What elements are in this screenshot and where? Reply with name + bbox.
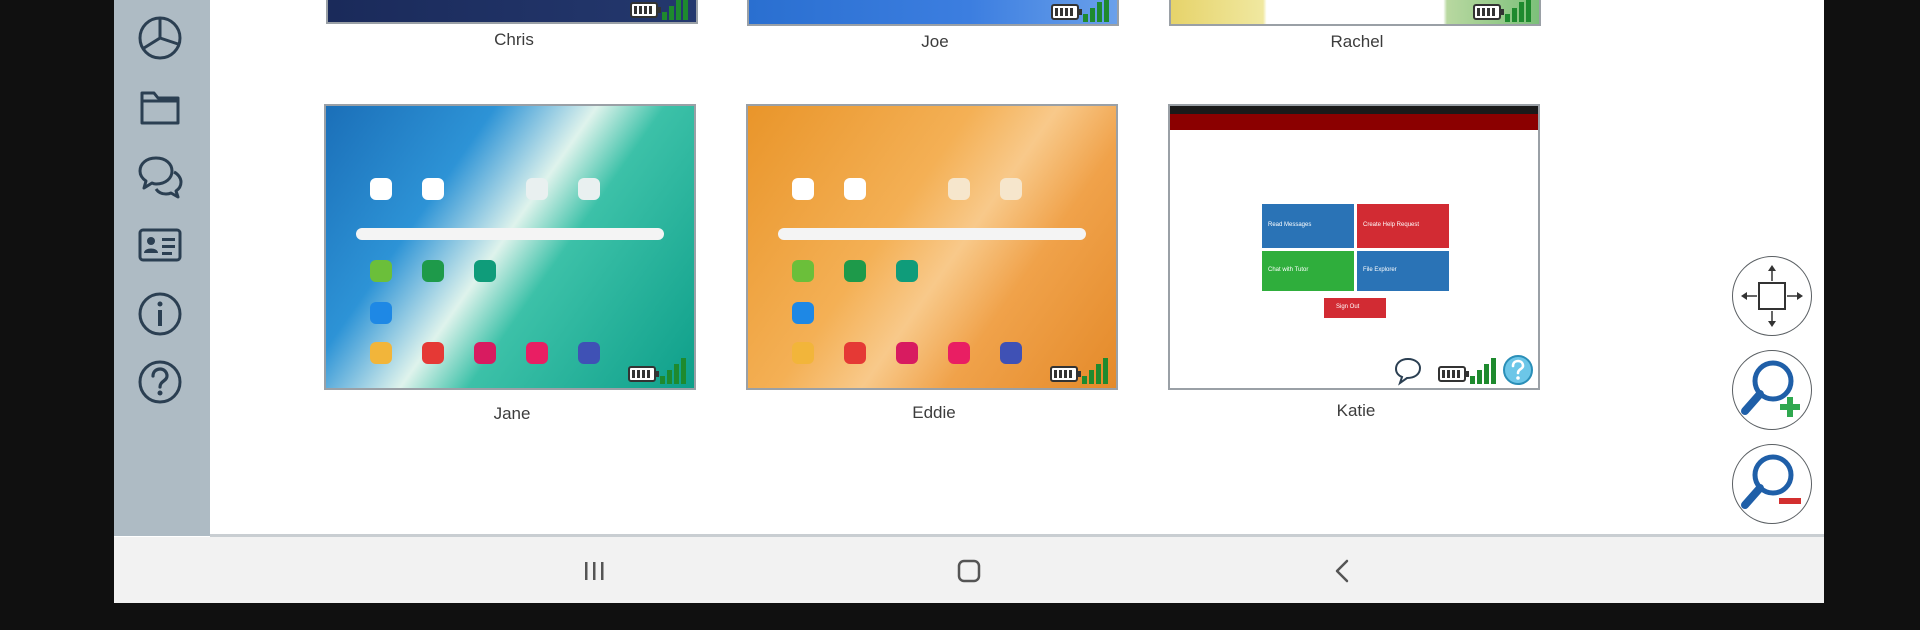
home-icon [957,559,981,583]
device-name: Katie [1336,401,1376,420]
dock-app-icon [526,342,548,364]
back-button[interactable] [1325,553,1361,589]
calendar-app-icon [896,260,918,282]
dock-app-icon [844,342,866,364]
app-icon [792,302,814,324]
signal-icon [660,356,688,384]
device-name: Chris [494,30,534,49]
messages-app-icon [422,260,444,282]
dock-app-icon [578,342,600,364]
zoom-out-icon [1741,454,1801,509]
search-bar [356,228,664,240]
battery-icon [1050,366,1081,382]
device-screen-thumbnail [326,0,698,24]
system-navigation-bar [114,537,1824,603]
battery-icon [628,366,659,382]
zoom-in-icon [1741,360,1800,417]
device-grid: Chris Joe Rachel Jane Eddie Read Message… [210,0,1824,536]
dock-app-icon [474,342,496,364]
messages-app-icon [844,260,866,282]
sidebar-item-chat[interactable] [136,152,184,200]
tile-label: File Explorer [1363,267,1397,273]
app-folder-icon [578,178,600,200]
zoom-out-button[interactable] [1732,444,1812,524]
device-name: Jane [493,404,531,423]
status-bar [1170,106,1538,114]
back-icon [1335,559,1349,583]
file-explorer-tile: File Explorer [1357,251,1449,291]
signal-icon [662,0,690,20]
signal-icon [1505,0,1533,22]
chat-bubbles-icon [138,156,183,199]
tablet-screen: Chris Joe Rachel Jane Eddie Read Message… [114,0,1824,603]
calendar-app-icon [474,260,496,282]
recent-apps-button[interactable] [576,553,612,589]
dock-app-icon [370,342,392,364]
play-store-app-icon [422,178,444,200]
fit-screen-icon [1741,265,1803,327]
pie-chart-icon [138,16,182,60]
home-button[interactable] [951,553,987,589]
search-bar [778,228,1086,240]
zoom-in-button[interactable] [1732,350,1812,430]
tile-label: Chat with Tutor [1268,267,1309,273]
device-name: Eddie [912,403,956,422]
device-name: Joe [921,32,949,51]
device-screen-thumbnail [747,0,1119,26]
signal-icon [1083,0,1111,22]
device-name: Rachel [1330,32,1384,51]
tile-label: Sign Out [1336,304,1360,310]
dock-app-icon [422,342,444,364]
dock-app-icon [792,342,814,364]
app-icon [370,302,392,324]
sidebar-item-files[interactable] [136,83,184,131]
device-screen-thumbnail [1169,0,1541,26]
sidebar-item-students[interactable] [136,221,184,269]
device-screen-thumbnail [324,104,696,390]
sidebar-item-help[interactable] [136,358,184,406]
sidebar [114,0,210,536]
sidebar-item-reports[interactable] [136,14,184,62]
youtube-app-icon [370,178,392,200]
app-folder-icon [948,178,970,200]
battery-icon [1473,4,1504,20]
info-icon [138,292,182,336]
app-folder-icon [526,178,548,200]
tile-label: Read Messages [1268,222,1312,228]
app-header [1170,114,1538,130]
fit-to-screen-button[interactable] [1732,256,1812,336]
help-icon [138,360,182,404]
device-screen-thumbnail: Read Messages Create Help Request Chat w… [1168,104,1540,390]
device-screen-thumbnail [746,104,1118,390]
contacts-app-icon [792,260,814,282]
folder-icon [140,91,180,125]
dock-app-icon [948,342,970,364]
create-help-request-tile: Create Help Request [1357,204,1449,248]
battery-icon [1438,366,1469,382]
battery-icon [630,2,661,18]
app-folder-icon [1000,178,1022,200]
read-messages-tile: Read Messages [1262,204,1354,248]
signal-icon [1082,356,1110,384]
battery-icon [1051,4,1082,20]
chat-with-tutor-tile: Chat with Tutor [1262,251,1354,291]
help-request-icon [1503,355,1533,385]
recent-apps-icon [585,562,604,580]
tile-label: Create Help Request [1363,222,1420,228]
signal-icon [1470,356,1498,384]
sign-out-tile: Sign Out [1324,298,1386,318]
chat-icon [1394,357,1422,386]
dock-app-icon [1000,342,1022,364]
play-store-app-icon [844,178,866,200]
sidebar-item-about[interactable] [136,290,184,338]
dock-app-icon [896,342,918,364]
contacts-app-icon [370,260,392,282]
id-card-icon [138,228,182,262]
youtube-app-icon [792,178,814,200]
